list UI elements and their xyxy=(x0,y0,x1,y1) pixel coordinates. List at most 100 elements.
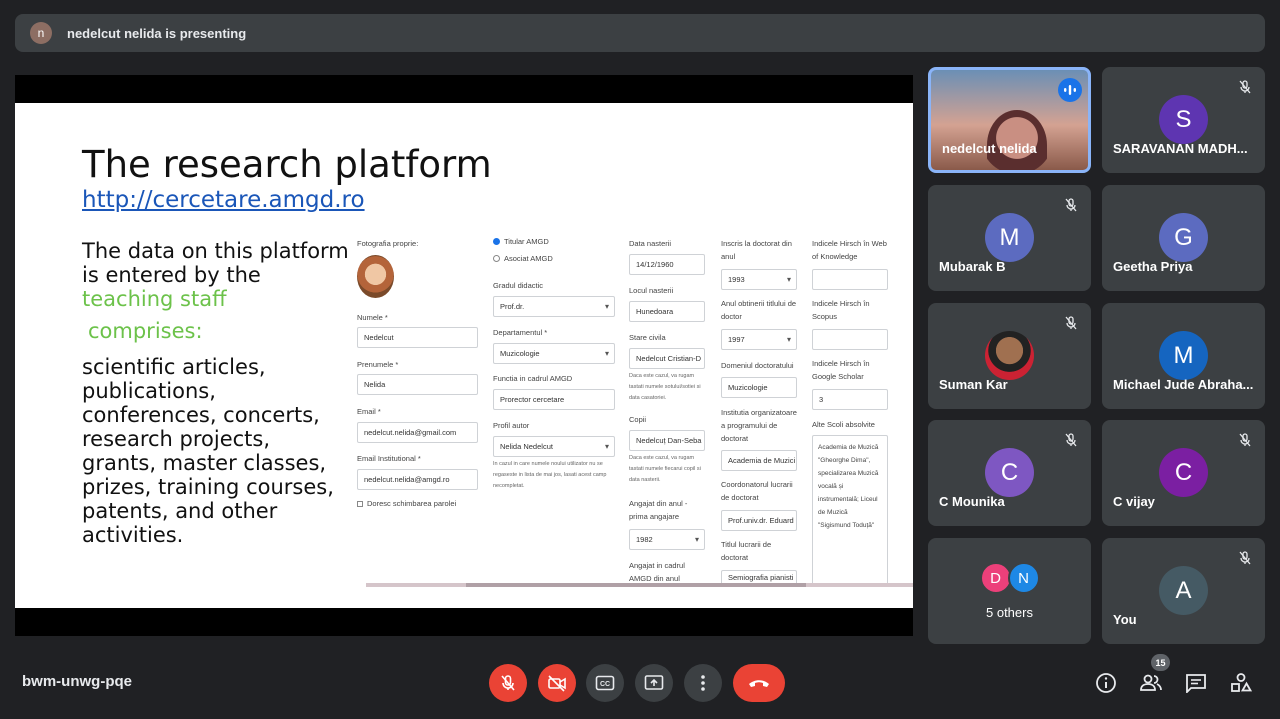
participant-tile[interactable]: C C vijay xyxy=(1102,420,1265,526)
slide-body: The data on this platform is entered by … xyxy=(82,239,350,547)
civil-label: Stare civila xyxy=(629,333,666,342)
dept-select: Muzicologie xyxy=(493,343,615,364)
birth-date-label: Data nasterii xyxy=(629,239,672,248)
employed-amgd-label: Angajat in cadrul AMGD din anul xyxy=(629,561,685,583)
camera-toggle-button[interactable] xyxy=(538,664,576,702)
participant-name: Suman Kar xyxy=(939,377,1008,392)
mic-off-icon xyxy=(1233,75,1257,99)
grade-select: Prof.dr. xyxy=(493,296,615,317)
hirsch-gs-field: 3 xyxy=(812,389,888,410)
slide: The research platform http://cercetare.a… xyxy=(15,103,913,608)
phd-domain-field: Muzicologie xyxy=(721,377,797,398)
first-name-label: Prenumele * xyxy=(357,360,399,369)
mic-off-icon xyxy=(1059,311,1083,335)
photo-label: Fotografia proprie: xyxy=(357,239,419,248)
phd-title-year-select: 1997 xyxy=(721,329,797,350)
last-name-field: Nedelcut xyxy=(357,327,478,348)
email-field: nedelcut.nelida@gmail.com xyxy=(357,422,478,443)
slide-body-highlight: teaching staff xyxy=(82,287,227,311)
profile-photo xyxy=(357,255,394,298)
hirsch-wok-label: Indicele Hirsch în Web of Knowledge xyxy=(812,239,887,261)
presentation-stage: The research platform http://cercetare.a… xyxy=(15,75,913,636)
mic-off-icon xyxy=(1059,428,1083,452)
participant-photo-avatar xyxy=(985,331,1034,380)
slide-body-comprises: comprises: xyxy=(88,319,203,343)
schools-field: Academia de Muzică "Gheorghe Dima", spec… xyxy=(812,435,888,585)
phd-inst-label: Institutia organizatoare a programului d… xyxy=(721,408,797,443)
phd-year-select: 1993 xyxy=(721,269,797,290)
participant-name: Geetha Priya xyxy=(1113,259,1193,274)
others-tile[interactable]: D N 5 others xyxy=(928,538,1091,644)
participant-tile[interactable]: Suman Kar xyxy=(928,303,1091,409)
birth-place-label: Locul nasterii xyxy=(629,286,674,295)
mic-off-icon xyxy=(1059,193,1083,217)
schools-label: Alte Scoli absolvite xyxy=(812,420,875,429)
people-button[interactable] xyxy=(1136,668,1166,698)
children-label: Copii xyxy=(629,415,647,424)
civil-hint: Daca este cazul, va rugam tastati numele… xyxy=(629,373,701,401)
profile-label: Profil autor xyxy=(493,421,530,430)
participant-avatar: M xyxy=(985,213,1034,262)
mic-toggle-button[interactable] xyxy=(489,664,527,702)
bottom-bar: bwm-unwg-pqe CC 15 xyxy=(0,654,1280,719)
hirsch-scopus-label: Indicele Hirsch în Scopus xyxy=(812,299,870,321)
thesis-label: Titlul lucrarii de doctorat xyxy=(721,540,772,562)
present-button[interactable] xyxy=(635,664,673,702)
employed-label: Angajat din anul - prima angajare xyxy=(629,499,688,521)
civil-field: Nedelcut Cristian-D xyxy=(629,348,705,369)
dept-label: Departamentul * xyxy=(493,328,548,337)
employed-select: 1982 xyxy=(629,529,705,550)
participant-avatar: C xyxy=(985,448,1034,497)
phd-year-label: Inscris la doctorat din anul xyxy=(721,239,792,261)
hirsch-wok-field xyxy=(812,269,888,290)
present-screen-icon xyxy=(644,675,664,690)
meeting-details-button[interactable] xyxy=(1091,668,1121,698)
slide-body-intro: The data on this platform is entered by … xyxy=(82,239,349,287)
mic-off-icon xyxy=(1233,546,1257,570)
participant-tile[interactable]: G Geetha Priya xyxy=(1102,185,1265,291)
slide-title: The research platform xyxy=(82,143,492,186)
radio-asociat: Asociat AMGD xyxy=(493,254,553,263)
participant-name: nedelcut nelida xyxy=(942,141,1037,156)
chat-button[interactable] xyxy=(1181,668,1211,698)
participant-avatar: S xyxy=(1159,95,1208,144)
participant-name: C Mounika xyxy=(939,494,1005,509)
presenting-text: nedelcut nelida is presenting xyxy=(67,25,247,41)
speaking-indicator-icon xyxy=(1058,78,1082,102)
hang-up-icon xyxy=(749,680,769,687)
radio-titular: Titular AMGD xyxy=(493,237,549,246)
email-inst-field: nedelcut.nelida@amgd.ro xyxy=(357,469,478,490)
participant-avatar: D xyxy=(979,562,1012,594)
profile-select: Nelida Nedelcut xyxy=(493,436,615,457)
slide-body-list: scientific articles, publications, confe… xyxy=(82,355,334,547)
svg-text:CC: CC xyxy=(600,681,610,688)
participant-tile[interactable]: M Mubarak B xyxy=(928,185,1091,291)
hirsch-scopus-field xyxy=(812,329,888,350)
activities-button[interactable] xyxy=(1226,668,1256,698)
participant-tile[interactable]: S SARAVANAN MADH... xyxy=(1102,67,1265,173)
activities-icon xyxy=(1231,673,1252,692)
birth-place-field: Hunedoara xyxy=(629,301,705,322)
participant-tile-presenter[interactable]: nedelcut nelida xyxy=(928,67,1091,173)
change-password-checkbox: Doresc schimbarea parolei xyxy=(357,499,456,508)
participant-tile[interactable]: C C Mounika xyxy=(928,420,1091,526)
participant-avatar: M xyxy=(1159,331,1208,380)
mic-off-icon xyxy=(501,675,515,691)
email-label: Email * xyxy=(357,407,381,416)
participant-name: SARAVANAN MADH... xyxy=(1113,141,1248,156)
first-name-field: Nelida xyxy=(357,374,478,395)
participant-tile[interactable]: M Michael Jude Abraha... xyxy=(1102,303,1265,409)
chat-icon xyxy=(1186,674,1206,693)
people-count-badge: 15 xyxy=(1151,654,1170,671)
participant-avatar: A xyxy=(1159,566,1208,615)
participant-tile-self[interactable]: A You xyxy=(1102,538,1265,644)
captions-button[interactable]: CC xyxy=(586,664,624,702)
people-icon xyxy=(1140,674,1162,691)
grade-label: Gradul didactic xyxy=(493,281,544,290)
function-label: Functia in cadrul AMGD xyxy=(493,374,573,383)
info-icon xyxy=(1096,673,1116,693)
phd-domain-label: Domeniul doctoratului xyxy=(721,361,794,370)
more-options-button[interactable] xyxy=(684,664,722,702)
participant-name: C vijay xyxy=(1113,494,1155,509)
leave-call-button[interactable] xyxy=(733,664,785,702)
